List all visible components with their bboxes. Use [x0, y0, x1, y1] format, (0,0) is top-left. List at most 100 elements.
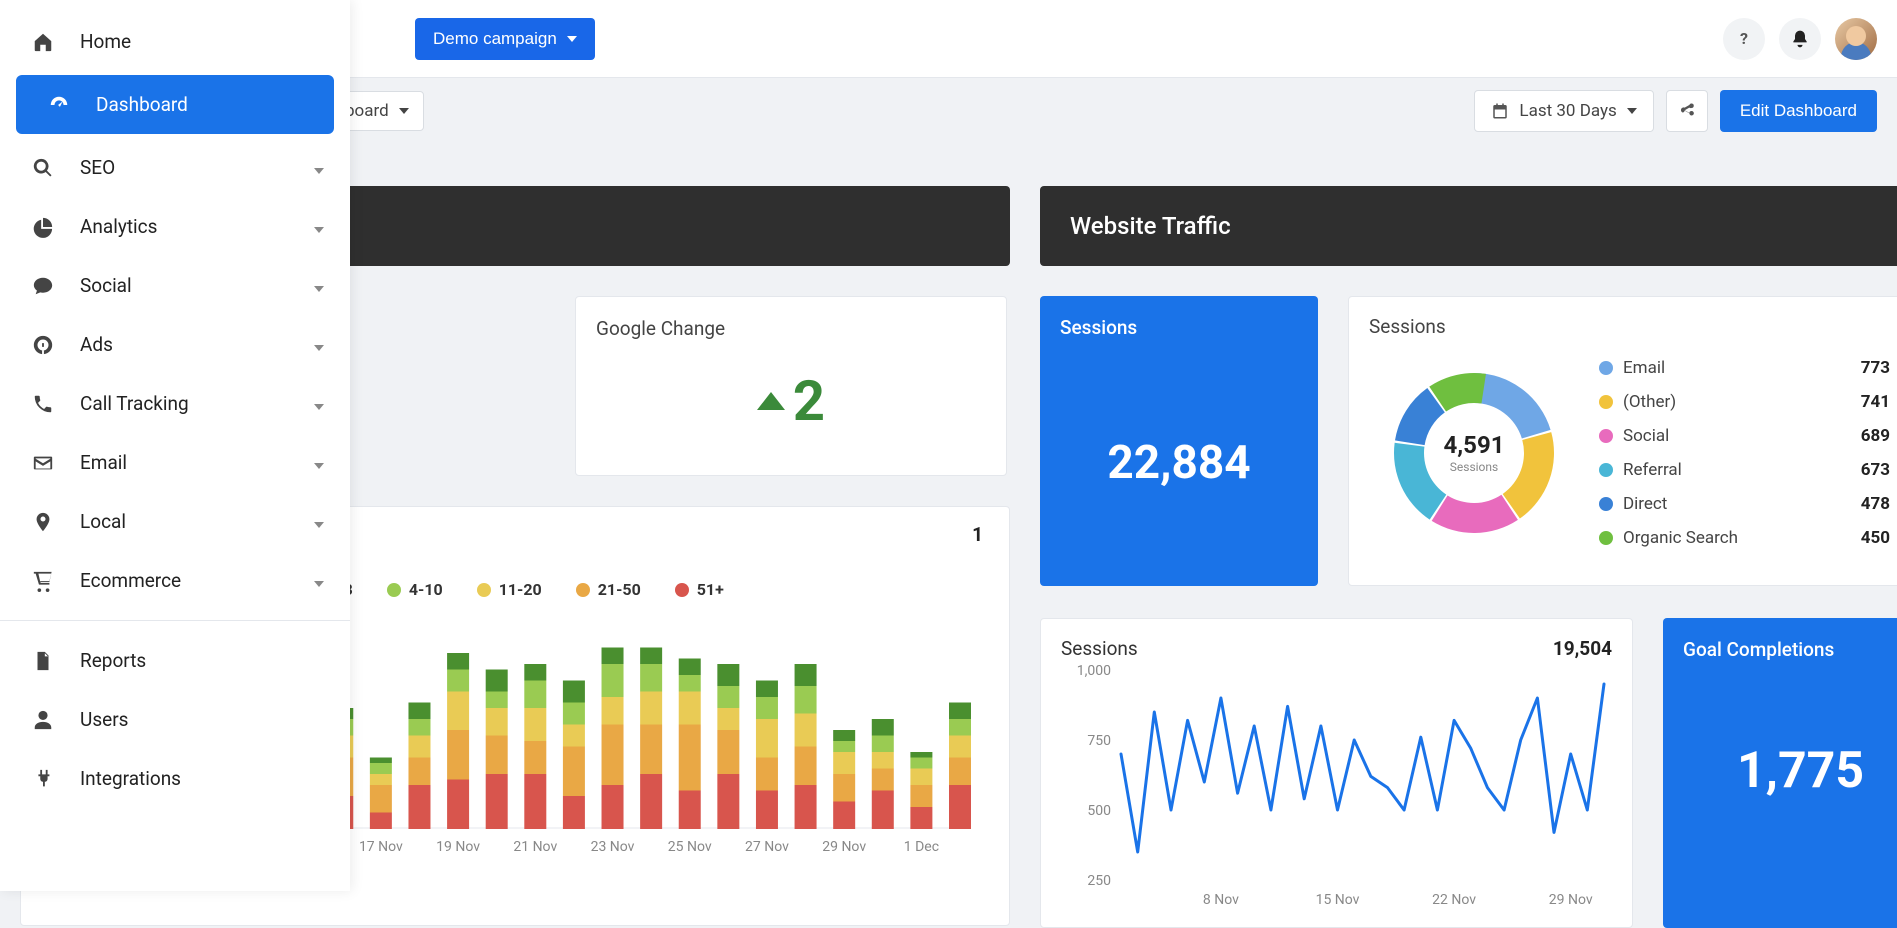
help-button[interactable]: ? — [1723, 18, 1765, 60]
svg-text:500: 500 — [1087, 803, 1111, 819]
chevron-down-icon — [314, 510, 324, 533]
svg-text:17 Nov: 17 Nov — [359, 839, 403, 855]
sidebar-item-label: Analytics — [80, 215, 157, 238]
envelope-icon — [30, 452, 56, 474]
sidebar-item-label: SEO — [80, 156, 115, 179]
sidebar-item-seo[interactable]: SEO — [0, 138, 350, 197]
legend-row[interactable]: Email 773 — [1599, 351, 1890, 385]
pie-chart-icon — [30, 216, 56, 238]
goal-completions-card[interactable]: Goal Completions 1,775 — [1663, 618, 1897, 928]
cart-icon — [30, 570, 56, 592]
sidebar-item-reports[interactable]: Reports — [0, 631, 350, 690]
chevron-down-icon — [314, 274, 324, 297]
sidebar-item-label: Local — [80, 510, 126, 533]
website-traffic-header: Website Traffic — [1040, 186, 1897, 266]
chevron-down-icon — [1627, 108, 1637, 114]
google-change-card[interactable]: Google Change 2 — [575, 296, 1007, 476]
crosshair-icon — [30, 334, 56, 356]
chevron-down-icon — [314, 333, 324, 356]
legend-swatch — [387, 583, 401, 597]
sidebar: Home Dashboard SEO Analytics Social Ads … — [0, 0, 350, 891]
date-range-picker[interactable]: Last 30 Days — [1474, 90, 1653, 132]
header-actions: ? — [1723, 18, 1877, 60]
sidebar-item-label: Home — [80, 30, 131, 53]
sidebar-item-home[interactable]: Home — [0, 12, 350, 71]
legend-item[interactable]: 21-50 — [576, 580, 641, 599]
legend-row[interactable]: Referral 673 — [1599, 453, 1890, 487]
legend-item[interactable]: 11-20 — [477, 580, 542, 599]
edit-dashboard-label: Edit Dashboard — [1740, 101, 1857, 120]
date-range-label: Last 30 Days — [1519, 101, 1616, 121]
sidebar-item-label: Dashboard — [96, 93, 188, 116]
legend-swatch — [1599, 463, 1613, 477]
sidebar-item-call-tracking[interactable]: Call Tracking — [0, 374, 350, 433]
legend-swatch — [1599, 395, 1613, 409]
sidebar-item-analytics[interactable]: Analytics — [0, 197, 350, 256]
legend-item[interactable]: 4-10 — [387, 580, 443, 599]
sessions-total-value: 22,884 — [1040, 339, 1318, 586]
edit-dashboard-button[interactable]: Edit Dashboard — [1720, 90, 1877, 132]
bell-icon — [1790, 29, 1810, 49]
pin-icon — [30, 511, 56, 533]
sidebar-item-integrations[interactable]: Integrations — [0, 749, 350, 808]
share-button[interactable] — [1666, 90, 1708, 132]
legend-row[interactable]: Direct 478 — [1599, 487, 1890, 521]
share-icon — [1678, 102, 1696, 120]
svg-text:1,000: 1,000 — [1077, 663, 1111, 679]
sessions-trend-total: 19,504 — [1553, 637, 1612, 660]
user-icon — [30, 709, 56, 731]
sessions-by-source-card[interactable]: Sessions 4,591Sessions Email 773 (Other)… — [1348, 296, 1897, 586]
svg-text:25 Nov: 25 Nov — [668, 839, 712, 855]
file-icon — [30, 650, 56, 672]
sidebar-item-ads[interactable]: Ads — [0, 315, 350, 374]
notifications-button[interactable] — [1779, 18, 1821, 60]
sidebar-item-email[interactable]: Email — [0, 433, 350, 492]
svg-text:22 Nov: 22 Nov — [1432, 892, 1476, 908]
sidebar-item-label: Reports — [80, 649, 146, 672]
legend-swatch — [675, 583, 689, 597]
sidebar-item-users[interactable]: Users — [0, 690, 350, 749]
sidebar-item-ecommerce[interactable]: Ecommerce — [0, 551, 350, 610]
sessions-total-label: Sessions — [1040, 296, 1318, 339]
calendar-icon — [1491, 102, 1509, 120]
chevron-down-icon — [314, 569, 324, 592]
chevron-down-icon — [399, 108, 409, 114]
sidebar-item-label: Integrations — [80, 767, 181, 790]
legend-row[interactable]: (Other) 741 — [1599, 385, 1890, 419]
sidebar-item-dashboard[interactable]: Dashboard — [16, 75, 334, 134]
campaign-dropdown-label: Demo campaign — [433, 29, 557, 49]
user-avatar[interactable] — [1835, 18, 1877, 60]
sessions-total-card[interactable]: Sessions 22,884 — [1040, 296, 1318, 586]
chevron-down-icon — [314, 392, 324, 415]
chevron-down-icon — [314, 451, 324, 474]
svg-text:8 Nov: 8 Nov — [1203, 892, 1239, 908]
campaign-dropdown[interactable]: Demo campaign — [415, 18, 595, 60]
caret-up-icon — [757, 392, 785, 410]
sessions-by-source-title: Sessions — [1369, 315, 1897, 338]
legend-swatch — [477, 583, 491, 597]
legend-item[interactable]: 51+ — [675, 580, 724, 599]
legend-swatch — [1599, 531, 1613, 545]
legend-row[interactable]: Organic Search 450 — [1599, 521, 1890, 555]
svg-text:15 Nov: 15 Nov — [1316, 892, 1360, 908]
chat-icon — [30, 275, 56, 297]
legend-swatch — [1599, 429, 1613, 443]
google-change-value-wrap: 2 — [596, 368, 986, 434]
svg-text:1 Dec: 1 Dec — [904, 839, 939, 855]
sessions-donut-legend: Email 773 (Other) 741 Social 689 Referra… — [1599, 351, 1890, 555]
svg-text:27 Nov: 27 Nov — [745, 839, 789, 855]
divider — [0, 620, 350, 621]
google-change-title: Google Change — [596, 317, 986, 340]
sidebar-item-local[interactable]: Local — [0, 492, 350, 551]
svg-text:19 Nov: 19 Nov — [436, 839, 480, 855]
legend-swatch — [1599, 361, 1613, 375]
sessions-trend-card[interactable]: Sessions 19,504 2505007501,0008 Nov15 No… — [1040, 618, 1633, 928]
home-icon — [30, 31, 56, 53]
legend-row[interactable]: Social 689 — [1599, 419, 1890, 453]
goal-completions-value: 1,775 — [1663, 661, 1897, 881]
sidebar-item-label: Ecommerce — [80, 569, 181, 592]
sidebar-item-label: Call Tracking — [80, 392, 189, 415]
chevron-down-icon — [567, 36, 577, 42]
sidebar-item-social[interactable]: Social — [0, 256, 350, 315]
sidebar-item-label: Ads — [80, 333, 113, 356]
